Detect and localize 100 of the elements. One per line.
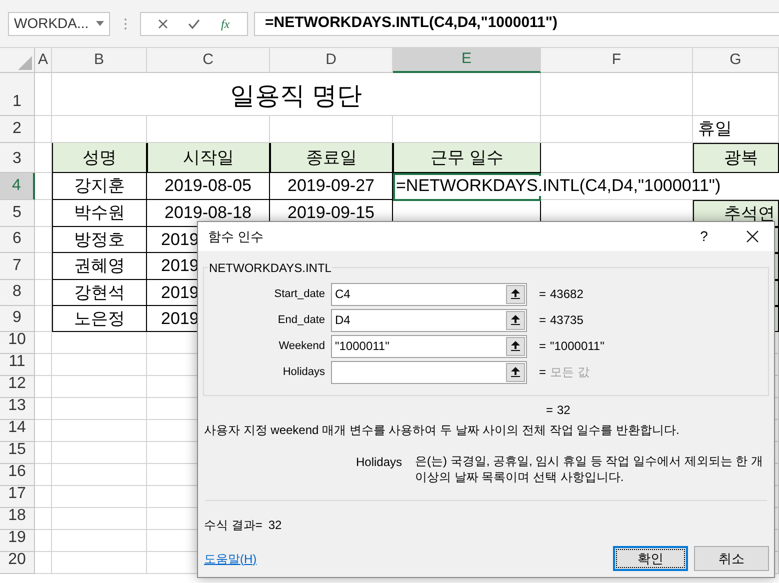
- field-value: D4: [334, 312, 352, 329]
- argument-help-text: 은(는) 국경일, 공휴일, 임시 휴일 등 작업 일수에서 제외되는 한 개 이상의 날짜 목록이며 선택 사항입니다.: [415, 453, 764, 485]
- holiday-cell: 광복: [693, 143, 779, 173]
- row-header[interactable]: 18: [0, 508, 35, 530]
- help-button[interactable]: ?: [694, 226, 714, 247]
- column-header[interactable]: C: [147, 48, 270, 73]
- collapse-button[interactable]: [506, 362, 525, 382]
- empty-cell: [35, 116, 52, 143]
- equals-sign: =: [539, 286, 548, 303]
- table-cell: 2019-08-05: [147, 173, 270, 200]
- table-cell: 권혜영: [52, 253, 147, 280]
- name-box[interactable]: WORKDA...: [8, 12, 110, 36]
- argument-result: 43682: [550, 286, 584, 303]
- select-all-icon: [18, 56, 32, 70]
- table-cell: 박수원: [52, 200, 147, 227]
- field-value: C4: [334, 286, 352, 303]
- row-header[interactable]: 10: [0, 332, 35, 354]
- row-header[interactable]: 3: [0, 143, 35, 173]
- sheet-title: 일용직 명단: [230, 81, 362, 112]
- argument-result: 모든 값: [550, 364, 590, 381]
- empty-cell: [35, 530, 52, 552]
- dialog-button[interactable]: 확인: [613, 546, 688, 571]
- total-result: 32: [557, 402, 570, 419]
- argument-label: Weekend: [278, 338, 326, 354]
- empty-cell: [35, 464, 52, 486]
- column-header[interactable]: A: [35, 48, 52, 73]
- close-icon: [746, 230, 758, 243]
- row-header[interactable]: 17: [0, 486, 35, 508]
- column-title: 근무 일수: [393, 143, 541, 173]
- empty-cell: [35, 354, 52, 376]
- row-header[interactable]: 1: [0, 73, 35, 116]
- empty-cell: [35, 508, 52, 530]
- table-cell: 노은정: [52, 306, 147, 332]
- empty-cell: [35, 280, 52, 306]
- row-header[interactable]: 11: [0, 354, 35, 376]
- row-header[interactable]: 19: [0, 530, 35, 552]
- argument-label: Start_date: [273, 286, 326, 302]
- row-header[interactable]: 14: [0, 420, 35, 442]
- collapse-button[interactable]: [506, 284, 525, 304]
- upload-arrow-icon: [511, 367, 520, 377]
- empty-cell: [35, 552, 52, 574]
- column-header[interactable]: G: [693, 48, 779, 73]
- dialog-title: 함수 인수: [208, 228, 265, 246]
- argument-label: Holidays: [282, 364, 326, 380]
- row-header[interactable]: 13: [0, 398, 35, 420]
- argument-field[interactable]: "1000011": [331, 334, 527, 358]
- column-header[interactable]: E: [393, 48, 541, 73]
- formula-result-value: 32: [268, 517, 282, 534]
- insert-function-button[interactable]: fx: [215, 14, 236, 34]
- close-icon: [158, 18, 168, 28]
- row-header[interactable]: 8: [0, 280, 35, 306]
- column-title: 시작일: [147, 143, 270, 173]
- formula-field[interactable]: =NETWORKDAYS.INTL(C4,D4,"1000011"): [254, 12, 779, 36]
- name-box-text: WORKDA...: [14, 14, 90, 33]
- function-description: 사용자 지정 weekend 매개 변수를 사용하여 두 날짜 사이의 전체 작업 일수를 반환합니다.: [203, 422, 680, 439]
- table-cell: 강지훈: [52, 173, 147, 200]
- column-title: 성명: [52, 143, 147, 173]
- equals-sign: =: [539, 338, 548, 355]
- argument-label: End_date: [276, 312, 326, 328]
- row-header[interactable]: 2: [0, 116, 35, 143]
- argument-result: "1000011": [550, 338, 604, 355]
- empty-cell: [35, 253, 52, 280]
- upload-arrow-icon: [511, 289, 520, 299]
- empty-cell: [35, 398, 52, 420]
- row-header[interactable]: 4: [0, 173, 35, 200]
- column-header[interactable]: B: [52, 48, 147, 73]
- column-title: 종료일: [270, 143, 393, 173]
- row-header[interactable]: 20: [0, 552, 35, 574]
- empty-cell: [35, 173, 52, 200]
- argument-field[interactable]: D4: [331, 308, 527, 332]
- empty-cell: [35, 332, 52, 354]
- field-value: "1000011": [334, 338, 390, 355]
- collapse-button[interactable]: [506, 336, 525, 356]
- argument-field[interactable]: C4: [331, 282, 527, 306]
- equals-sign: =: [546, 402, 554, 419]
- collapse-button[interactable]: [506, 310, 525, 330]
- upload-arrow-icon: [511, 315, 520, 325]
- empty-cell: [35, 376, 52, 398]
- equals-sign: =: [539, 312, 548, 329]
- row-header[interactable]: 5: [0, 200, 35, 227]
- dialog-button[interactable]: 취소: [694, 546, 769, 571]
- row-header[interactable]: 9: [0, 306, 35, 332]
- row-header[interactable]: 12: [0, 376, 35, 398]
- argument-field[interactable]: [331, 360, 527, 384]
- row-header[interactable]: 16: [0, 464, 35, 486]
- empty-cell: [35, 227, 52, 253]
- help-link[interactable]: 도움말(H): [204, 550, 607, 568]
- argument-help-label: Holidays: [356, 454, 404, 471]
- empty-cell: [35, 420, 52, 442]
- row-header[interactable]: 7: [0, 253, 35, 280]
- upload-arrow-icon: [511, 341, 520, 351]
- cell-formula: =NETWORKDAYS.INTL(C4,D4,"1000011"): [396, 176, 721, 196]
- column-header[interactable]: F: [541, 48, 693, 73]
- dropdown-icon: [96, 21, 104, 26]
- row-header[interactable]: 6: [0, 227, 35, 253]
- row-header[interactable]: 15: [0, 442, 35, 464]
- grip-icon: [124, 18, 127, 30]
- empty-cell: [35, 486, 52, 508]
- empty-cell: [35, 306, 52, 332]
- argument-result: 43735: [550, 312, 584, 329]
